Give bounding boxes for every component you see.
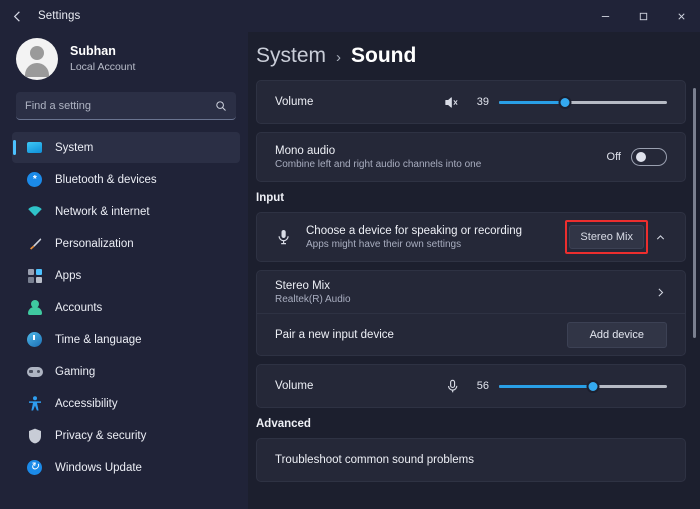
gamepad-icon bbox=[26, 363, 43, 380]
input-volume-label: Volume bbox=[275, 380, 313, 392]
choose-device-title: Choose a device for speaking or recordin… bbox=[306, 225, 522, 237]
apps-grid-icon bbox=[26, 267, 43, 284]
choose-input-device-row: Choose a device for speaking or recordin… bbox=[256, 212, 686, 262]
account-block[interactable]: Subhan Local Account bbox=[8, 32, 240, 90]
window-body: Subhan Local Account System * bbox=[0, 32, 700, 509]
sidebar-item-bluetooth-devices[interactable]: * Bluetooth & devices bbox=[12, 164, 240, 195]
main-content: System › Sound Volume bbox=[248, 32, 700, 509]
sidebar-item-apps[interactable]: Apps bbox=[12, 260, 240, 291]
add-device-button[interactable]: Add device bbox=[567, 322, 667, 348]
bluetooth-icon: * bbox=[26, 171, 43, 188]
troubleshoot-row[interactable]: Troubleshoot common sound problems bbox=[256, 438, 686, 482]
vertical-scrollbar[interactable] bbox=[693, 88, 696, 338]
search-icon bbox=[215, 100, 227, 112]
settings-window: Settings Subhan Local Account bbox=[0, 0, 700, 509]
mono-audio-row: Mono audio Combine left and right audio … bbox=[256, 132, 686, 182]
close-button[interactable] bbox=[662, 0, 700, 32]
microphone-icon bbox=[275, 229, 292, 245]
window-title: Settings bbox=[38, 10, 80, 22]
input-device-list: Stereo Mix Realtek(R) Audio Pair a new i… bbox=[256, 270, 686, 356]
window-controls bbox=[586, 0, 700, 32]
search-box[interactable] bbox=[16, 92, 236, 120]
mono-audio-title: Mono audio bbox=[275, 145, 481, 157]
chevron-up-icon[interactable] bbox=[654, 231, 667, 244]
breadcrumb-parent[interactable]: System bbox=[256, 44, 326, 68]
sidebar-item-label: Personalization bbox=[55, 238, 134, 250]
avatar bbox=[16, 38, 58, 80]
sidebar-item-accessibility[interactable]: Accessibility bbox=[12, 388, 240, 419]
advanced-section-heading: Advanced bbox=[256, 418, 686, 430]
person-icon bbox=[26, 299, 43, 316]
sidebar-item-accounts[interactable]: Accounts bbox=[12, 292, 240, 323]
sidebar-item-label: Accounts bbox=[55, 302, 102, 314]
sidebar-item-privacy-security[interactable]: Privacy & security bbox=[12, 420, 240, 451]
sidebar-item-label: System bbox=[55, 142, 93, 154]
wifi-icon bbox=[26, 203, 43, 220]
paintbrush-icon bbox=[26, 235, 43, 252]
device-list-item[interactable]: Stereo Mix Realtek(R) Audio bbox=[257, 271, 685, 313]
sidebar-item-network-internet[interactable]: Network & internet bbox=[12, 196, 240, 227]
mono-audio-subtitle: Combine left and right audio channels in… bbox=[275, 159, 481, 170]
clock-globe-icon bbox=[26, 331, 43, 348]
output-volume-slider[interactable] bbox=[499, 94, 667, 110]
pair-new-device-row: Pair a new input device Add device bbox=[257, 313, 685, 355]
sidebar-item-system[interactable]: System bbox=[12, 132, 240, 163]
microphone-icon bbox=[444, 379, 461, 394]
sidebar-item-label: Apps bbox=[55, 270, 81, 282]
breadcrumb: System › Sound bbox=[248, 44, 686, 80]
output-volume-row: Volume 39 bbox=[256, 80, 686, 124]
input-volume-value: 56 bbox=[471, 380, 489, 392]
sidebar-item-label: Windows Update bbox=[55, 462, 142, 474]
back-button[interactable] bbox=[0, 0, 34, 32]
breadcrumb-separator-icon: › bbox=[336, 49, 341, 66]
page-title: Sound bbox=[351, 44, 416, 68]
output-volume-label: Volume bbox=[275, 96, 313, 108]
sidebar-item-gaming[interactable]: Gaming bbox=[12, 356, 240, 387]
refresh-icon: ↻ bbox=[26, 459, 43, 476]
shield-icon bbox=[26, 427, 43, 444]
title-bar: Settings bbox=[0, 0, 700, 32]
sidebar-item-label: Gaming bbox=[55, 366, 95, 378]
pair-device-label: Pair a new input device bbox=[275, 329, 394, 341]
sidebar-item-windows-update[interactable]: ↻ Windows Update bbox=[12, 452, 240, 483]
device-driver: Realtek(R) Audio bbox=[275, 294, 351, 305]
sidebar-item-label: Time & language bbox=[55, 334, 142, 346]
mono-audio-toggle[interactable] bbox=[631, 148, 667, 166]
output-volume-control: 39 bbox=[444, 94, 667, 110]
monitor-icon bbox=[26, 139, 43, 156]
sidebar-item-label: Bluetooth & devices bbox=[55, 174, 157, 186]
input-volume-row: Volume 56 bbox=[256, 364, 686, 408]
sidebar-item-time-language[interactable]: Time & language bbox=[12, 324, 240, 355]
minimize-button[interactable] bbox=[586, 0, 624, 32]
sidebar-item-personalization[interactable]: Personalization bbox=[12, 228, 240, 259]
sidebar-nav: System * Bluetooth & devices Network & i… bbox=[8, 132, 240, 484]
account-text: Subhan Local Account bbox=[70, 44, 135, 74]
mono-audio-state-label: Off bbox=[607, 151, 621, 163]
input-volume-slider[interactable] bbox=[499, 378, 667, 394]
sidebar-item-label: Accessibility bbox=[55, 398, 118, 410]
accessibility-icon bbox=[26, 395, 43, 412]
sidebar-item-label: Privacy & security bbox=[55, 430, 146, 442]
input-device-dropdown[interactable]: Stereo Mix bbox=[569, 225, 644, 249]
output-volume-value: 39 bbox=[471, 96, 489, 108]
troubleshoot-label: Troubleshoot common sound problems bbox=[275, 454, 474, 466]
choose-device-subtitle: Apps might have their own settings bbox=[306, 239, 522, 250]
account-type: Local Account bbox=[70, 61, 135, 74]
device-name: Stereo Mix bbox=[275, 280, 351, 292]
search-input[interactable] bbox=[25, 100, 215, 112]
account-name: Subhan bbox=[70, 44, 135, 60]
input-device-selected-value: Stereo Mix bbox=[580, 231, 633, 243]
sidebar-item-label: Network & internet bbox=[55, 206, 150, 218]
input-section-heading: Input bbox=[256, 192, 686, 204]
input-volume-control: 56 bbox=[444, 378, 667, 394]
maximize-button[interactable] bbox=[624, 0, 662, 32]
sidebar: Subhan Local Account System * bbox=[0, 32, 248, 509]
speaker-muted-icon[interactable] bbox=[444, 95, 461, 110]
chevron-right-icon[interactable] bbox=[654, 286, 667, 299]
